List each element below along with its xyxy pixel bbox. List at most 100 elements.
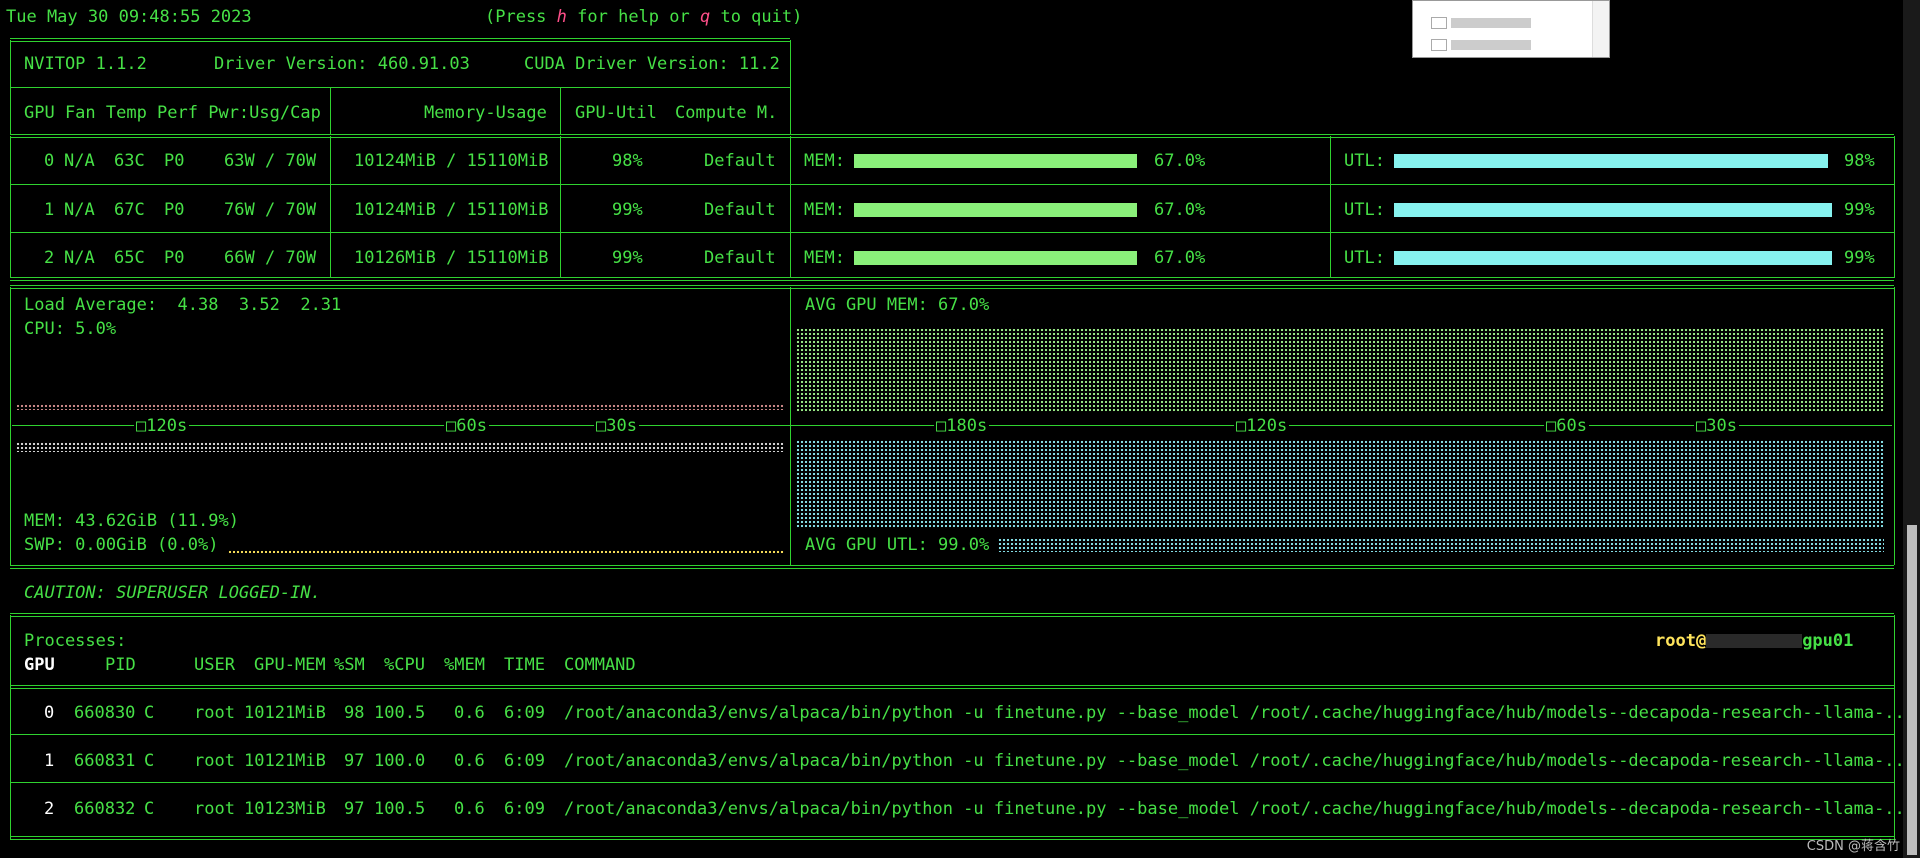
proc-header-mem: %MEM <box>444 655 485 675</box>
gpu-tick-120s: □120s <box>1234 416 1290 436</box>
keyboard-icon <box>1431 39 1447 51</box>
proc-top-border <box>10 613 1894 617</box>
gpu-utl-history-graph <box>796 440 1884 528</box>
help-hint: (Press h for help or q to quit) <box>485 7 802 27</box>
utl-bar-percent: 99% <box>1844 248 1875 268</box>
gpu-header-util: GPU-Util <box>575 103 657 123</box>
graph-right-border <box>1894 287 1895 565</box>
popup-item-2[interactable] <box>1431 35 1531 51</box>
gpu-perf: P0 <box>164 151 185 171</box>
gpu-table-left-border <box>10 136 11 278</box>
proc-gpu-index: 0 <box>44 703 55 723</box>
gpu-util: 99% <box>612 200 643 220</box>
swap-history-graph <box>228 550 784 554</box>
help-prefix: (Press <box>485 7 557 27</box>
scrollbar-thumb[interactable] <box>1907 525 1917 855</box>
gpu-col-divider-4 <box>1330 136 1331 278</box>
gpu-utl-latest-graph <box>998 538 1884 552</box>
host-mem: MEM: 43.62GiB (11.9%) <box>24 511 239 531</box>
gpu-memory-usage: 10124MiB / 15110MiB <box>354 151 549 171</box>
proc-pid: 660832 <box>74 799 136 819</box>
proc-header-pid: PID <box>105 655 136 675</box>
info-right-border <box>790 40 791 134</box>
proc-command: /root/anaconda3/envs/alpaca/bin/python -… <box>564 751 1905 771</box>
col-divider-1 <box>330 88 331 134</box>
proc-mem: 0.6 <box>454 703 485 723</box>
proc-type: C <box>144 703 155 723</box>
help-suffix: to quit) <box>710 7 803 27</box>
proc-type: C <box>144 751 155 771</box>
gpu-memory-usage: 10124MiB / 15110MiB <box>354 200 549 220</box>
proc-type: C <box>144 799 155 819</box>
mem-bar-percent: 67.0% <box>1154 248 1206 268</box>
utl-bar-label: UTL: <box>1344 200 1385 220</box>
mem-bar-percent: 67.0% <box>1154 200 1206 220</box>
gpu-table-top-border <box>10 134 1894 138</box>
proc-user: root <box>194 799 235 819</box>
nvitop-version: NVITOP 1.1.2 <box>24 54 147 74</box>
proc-sm: 97 <box>344 799 365 819</box>
gpu-row-divider-2 <box>10 232 1894 233</box>
proc-gpu-index: 2 <box>44 799 55 819</box>
redacted-host <box>1706 634 1803 648</box>
popup-item-1-label-redacted <box>1451 18 1531 28</box>
gpu-col-divider-2 <box>560 136 561 278</box>
gpu-util: 98% <box>612 151 643 171</box>
gpu-fan: N/A <box>64 248 95 268</box>
graph-bottom-border <box>10 565 1894 569</box>
proc-command: /root/anaconda3/envs/alpaca/bin/python -… <box>564 703 1905 723</box>
processes-title: Processes: <box>24 631 127 651</box>
gpu-header-memory: Memory-Usage <box>424 103 547 123</box>
gpu-index: 0 <box>44 151 55 171</box>
load-average: Load Average: 4.38 3.52 2.31 <box>24 295 342 315</box>
info-divider <box>10 87 790 88</box>
proc-header-cpu: %CPU <box>384 655 425 675</box>
proc-user: root <box>194 703 235 723</box>
help-mid: for help or <box>566 7 700 27</box>
gpu-tick-180s: □180s <box>934 416 990 436</box>
gpu-tick-60s: □60s <box>1544 416 1589 436</box>
host-tick-30s: □30s <box>594 416 639 436</box>
gpu-tick-30s: □30s <box>1694 416 1739 436</box>
utl-bar-fill <box>1394 203 1832 217</box>
proc-gpu-mem: 10123MiB <box>244 799 326 819</box>
popup-scrollbar[interactable] <box>1592 1 1609 57</box>
gpu-compute-mode: Default <box>704 248 776 268</box>
proc-header-divider <box>10 685 1894 689</box>
proc-time: 6:09 <box>504 703 545 723</box>
user-host-suffix: gpu01 <box>1802 631 1854 651</box>
gpu-temp: 67C <box>114 200 145 220</box>
proc-gpu-mem: 10121MiB <box>244 703 326 723</box>
proc-pid: 660830 <box>74 703 136 723</box>
utl-bar-percent: 98% <box>1844 151 1875 171</box>
gpu-power: 63W / 70W <box>224 151 317 171</box>
gpu-mem-history-graph <box>796 328 1884 412</box>
popup-item-2-label-redacted <box>1451 40 1531 50</box>
info-top-border <box>10 38 790 42</box>
utl-bar-label: UTL: <box>1344 248 1385 268</box>
popup-item-1[interactable] <box>1431 13 1531 29</box>
gpu-table-right-border <box>1894 136 1895 278</box>
proc-row-divider-1 <box>10 734 1894 735</box>
mem-bar-percent: 67.0% <box>1154 151 1206 171</box>
mem-bar-fill <box>854 154 1137 168</box>
proc-header-user: USER <box>194 655 235 675</box>
avg-gpu-mem: AVG GPU MEM: 67.0% <box>805 295 990 315</box>
user-host: root@ gpu01 <box>1655 631 1853 651</box>
proc-pid: 660831 <box>74 751 136 771</box>
dropdown-popup[interactable] <box>1412 0 1610 58</box>
proc-command: /root/anaconda3/envs/alpaca/bin/python -… <box>564 799 1905 819</box>
keyboard-icon <box>1431 17 1447 29</box>
proc-gpu-mem: 10121MiB <box>244 751 326 771</box>
gpu-util: 99% <box>612 248 643 268</box>
gpu-header-compute: Compute M. <box>675 103 778 123</box>
proc-left-border <box>10 615 11 840</box>
gpu-index: 2 <box>44 248 55 268</box>
proc-cpu: 100.5 <box>374 703 426 723</box>
gpu-temp: 63C <box>114 151 145 171</box>
graph-left-border <box>10 287 11 565</box>
mem-bar-label: MEM: <box>804 248 845 268</box>
terminal-scrollbar[interactable] <box>1903 0 1920 858</box>
proc-header-time: TIME <box>504 655 545 675</box>
proc-sm: 97 <box>344 751 365 771</box>
